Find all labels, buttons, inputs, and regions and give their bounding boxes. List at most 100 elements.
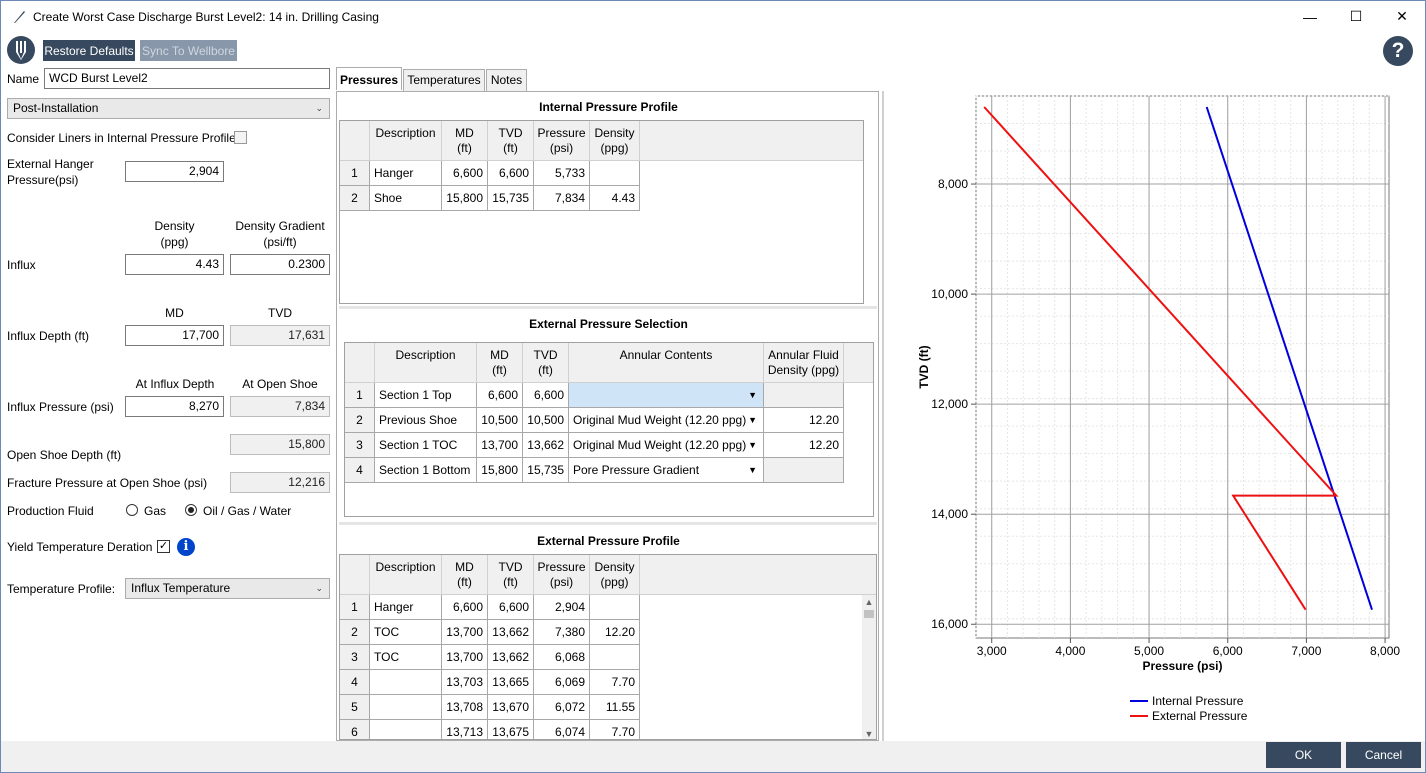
gas-radio[interactable] — [126, 504, 138, 516]
liners-checkbox[interactable] — [234, 131, 247, 144]
influx-pressure-input[interactable]: 8,270 — [125, 396, 224, 417]
tab-notes[interactable]: Notes — [486, 69, 527, 91]
column-header[interactable]: Annular Fluid Density (ppg) — [764, 343, 844, 383]
annular-contents-select[interactable]: Original Mud Weight (12.20 ppg) ▼ — [569, 408, 764, 433]
tab-pressures[interactable]: Pressures — [336, 67, 402, 90]
density-cell[interactable] — [590, 645, 640, 670]
annular-contents-select[interactable]: Original Mud Weight (12.20 ppg) ▼ — [569, 433, 764, 458]
column-header[interactable]: MD (ft) — [477, 343, 523, 383]
column-header[interactable]: TVD (ft) — [488, 555, 534, 595]
column-header[interactable]: Density (ppg) — [590, 121, 640, 161]
description-cell[interactable]: Previous Shoe — [375, 408, 477, 433]
maximize-icon[interactable]: ☐ — [1333, 1, 1379, 32]
column-header[interactable]: Pressure (psi) — [534, 555, 590, 595]
md-cell[interactable]: 13,713 — [442, 720, 488, 739]
pressure-cell[interactable]: 7,380 — [534, 620, 590, 645]
density-cell[interactable]: 12.20 — [590, 620, 640, 645]
pressure-cell[interactable]: 5,733 — [534, 161, 590, 186]
description-cell[interactable]: Section 1 Top — [375, 383, 477, 408]
density-cell[interactable]: 7.70 — [590, 670, 640, 695]
pressure-cell[interactable]: 6,072 — [534, 695, 590, 720]
phase-select[interactable]: Post-Installation ⌄ — [7, 98, 330, 119]
scroll-up-icon[interactable]: ▲ — [862, 595, 876, 609]
ok-button[interactable]: OK — [1266, 742, 1341, 768]
name-input[interactable]: WCD Burst Level2 — [44, 68, 330, 89]
tvd-cell[interactable]: 13,662 — [488, 620, 534, 645]
tvd-cell[interactable]: 13,665 — [488, 670, 534, 695]
column-header[interactable]: Density (ppg) — [590, 555, 640, 595]
md-cell[interactable]: 6,600 — [477, 383, 523, 408]
info-icon[interactable]: i — [177, 538, 195, 556]
description-cell[interactable] — [370, 720, 442, 739]
column-header[interactable]: Pressure (psi) — [534, 121, 590, 161]
column-header[interactable]: Annular Contents — [569, 343, 764, 383]
md-cell[interactable]: 13,703 — [442, 670, 488, 695]
pressure-cell[interactable]: 6,068 — [534, 645, 590, 670]
oil-gas-water-radio[interactable] — [185, 504, 197, 516]
md-cell[interactable]: 15,800 — [442, 186, 488, 211]
hanger-pressure-input[interactable]: 2,904 — [125, 161, 224, 182]
description-cell[interactable]: Hanger — [370, 595, 442, 620]
scroll-down-icon[interactable]: ▼ — [862, 727, 876, 739]
annular-density-cell[interactable] — [764, 383, 844, 408]
splitter[interactable] — [339, 306, 877, 309]
md-cell[interactable]: 6,600 — [442, 161, 488, 186]
column-header[interactable]: Description — [370, 121, 442, 161]
tvd-cell[interactable]: 6,600 — [488, 161, 534, 186]
description-cell[interactable] — [370, 695, 442, 720]
column-header[interactable]: MD (ft) — [442, 555, 488, 595]
density-cell[interactable]: 11.55 — [590, 695, 640, 720]
md-cell[interactable]: 10,500 — [477, 408, 523, 433]
description-cell[interactable]: Section 1 TOC — [375, 433, 477, 458]
description-cell[interactable] — [370, 670, 442, 695]
tvd-cell[interactable]: 13,670 — [488, 695, 534, 720]
influx-density-input[interactable]: 4.43 — [125, 254, 224, 275]
pressure-cell[interactable]: 6,074 — [534, 720, 590, 739]
description-cell[interactable]: Hanger — [370, 161, 442, 186]
column-header[interactable]: Description — [375, 343, 477, 383]
description-cell[interactable]: Section 1 Bottom — [375, 458, 477, 483]
cancel-button[interactable]: Cancel — [1346, 742, 1421, 768]
density-cell[interactable] — [590, 595, 640, 620]
tvd-cell[interactable]: 10,500 — [523, 408, 569, 433]
dropdown-arrow-icon[interactable]: ▼ — [748, 408, 757, 432]
yield-deration-checkbox[interactable]: ✓ — [157, 540, 170, 553]
md-cell[interactable]: 13,708 — [442, 695, 488, 720]
md-cell[interactable]: 6,600 — [442, 595, 488, 620]
density-cell[interactable]: 7.70 — [590, 720, 640, 739]
column-header[interactable]: TVD (ft) — [488, 121, 534, 161]
md-cell[interactable]: 13,700 — [477, 433, 523, 458]
md-cell[interactable]: 15,800 — [477, 458, 523, 483]
column-header[interactable]: TVD (ft) — [523, 343, 569, 383]
pressure-cell[interactable]: 7,834 — [534, 186, 590, 211]
tab-temperatures[interactable]: Temperatures — [403, 69, 485, 91]
tvd-cell[interactable]: 15,735 — [523, 458, 569, 483]
vertical-scrollbar[interactable]: ▲ ▼ — [862, 595, 876, 739]
annular-contents-select[interactable]: ▼ — [569, 383, 764, 408]
md-cell[interactable]: 13,700 — [442, 620, 488, 645]
dropdown-arrow-icon[interactable]: ▼ — [748, 433, 757, 457]
tvd-cell[interactable]: 6,600 — [523, 383, 569, 408]
description-cell[interactable]: TOC — [370, 645, 442, 670]
column-header[interactable]: Description — [370, 555, 442, 595]
temperature-profile-select[interactable]: Influx Temperature ⌄ — [125, 578, 330, 599]
description-cell[interactable]: Shoe — [370, 186, 442, 211]
annular-density-cell[interactable]: 12.20 — [764, 408, 844, 433]
scroll-thumb[interactable] — [864, 610, 874, 618]
influx-gradient-input[interactable]: 0.2300 — [230, 254, 330, 275]
pressure-cell[interactable]: 6,069 — [534, 670, 590, 695]
dropdown-arrow-icon[interactable]: ▼ — [748, 383, 757, 407]
annular-density-cell[interactable]: 12.20 — [764, 433, 844, 458]
tvd-cell[interactable]: 13,675 — [488, 720, 534, 739]
column-header[interactable]: MD (ft) — [442, 121, 488, 161]
tvd-cell[interactable]: 6,600 — [488, 595, 534, 620]
annular-density-cell[interactable] — [764, 458, 844, 483]
density-cell[interactable]: 4.43 — [590, 186, 640, 211]
help-icon[interactable]: ? — [1383, 36, 1413, 66]
dropdown-arrow-icon[interactable]: ▼ — [748, 458, 757, 482]
density-cell[interactable] — [590, 161, 640, 186]
tvd-cell[interactable]: 13,662 — [488, 645, 534, 670]
description-cell[interactable]: TOC — [370, 620, 442, 645]
pressure-cell[interactable]: 2,904 — [534, 595, 590, 620]
minimize-icon[interactable]: — — [1287, 1, 1333, 32]
